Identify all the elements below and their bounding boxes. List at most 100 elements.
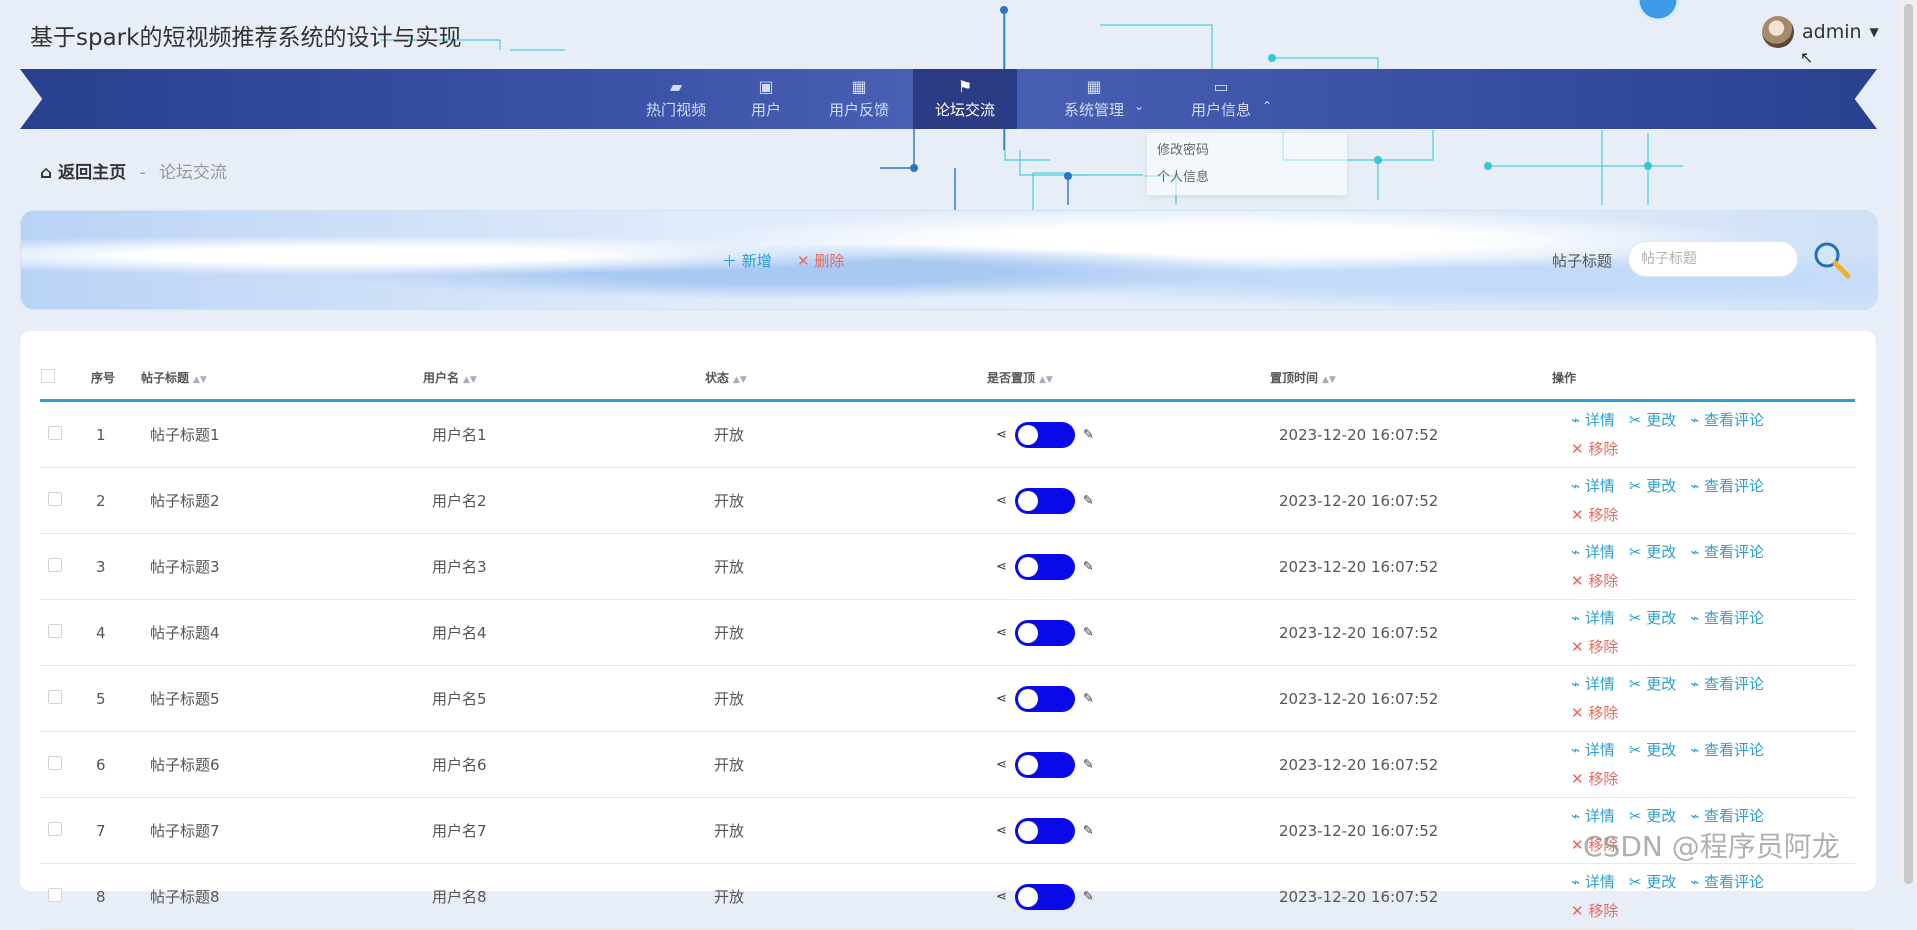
view-comments-button[interactable]: ⌁ 查看评论 bbox=[1690, 873, 1764, 891]
detail-icon: ⌁ bbox=[1571, 872, 1581, 891]
view-comments-button[interactable]: ⌁ 查看评论 bbox=[1690, 543, 1764, 561]
detail-button[interactable]: ⌁ 详情 bbox=[1571, 609, 1615, 627]
cell-pin-time: 2023-12-20 16:07:52 bbox=[1269, 731, 1551, 798]
nav-item-user-info[interactable]: ▭ 用户信息 ⌃ bbox=[1166, 69, 1276, 129]
edit-icon[interactable]: ✎ bbox=[1083, 691, 1094, 706]
pinned-toggle[interactable] bbox=[1014, 685, 1075, 712]
remove-button[interactable]: ✕ 移除 bbox=[1571, 572, 1618, 590]
username[interactable]: admin bbox=[1802, 21, 1862, 43]
detail-button[interactable]: ⌁ 详情 bbox=[1571, 477, 1615, 495]
detail-icon: ⌁ bbox=[1571, 674, 1581, 693]
pinned-toggle[interactable] bbox=[1014, 553, 1075, 580]
detail-button[interactable]: ⌁ 详情 bbox=[1571, 411, 1615, 429]
header-pinned[interactable]: 是否置顶 ▲▼ bbox=[986, 355, 1269, 402]
cell-index: 6 bbox=[90, 731, 140, 798]
row-checkbox[interactable] bbox=[48, 557, 62, 572]
cell-title: 帖子标题2 bbox=[140, 467, 422, 534]
nav-item-users[interactable]: ▣ 用户 bbox=[737, 69, 795, 129]
detail-button[interactable]: ⌁ 详情 bbox=[1571, 675, 1615, 693]
submenu-item-profile[interactable]: 个人信息 bbox=[1147, 160, 1347, 187]
close-icon: ✕ bbox=[1571, 571, 1584, 590]
header-status[interactable]: 状态 ▲▼ bbox=[704, 355, 986, 402]
view-comments-button[interactable]: ⌁ 查看评论 bbox=[1690, 609, 1764, 627]
row-checkbox[interactable] bbox=[48, 821, 62, 836]
detail-button[interactable]: ⌁ 详情 bbox=[1571, 873, 1615, 891]
comment-icon: ⌁ bbox=[1690, 608, 1700, 627]
search-icon[interactable] bbox=[1812, 240, 1852, 280]
header-pin-time[interactable]: 置顶时间 ▲▼ bbox=[1269, 355, 1551, 402]
remove-button[interactable]: ✕ 移除 bbox=[1571, 704, 1618, 722]
nav-item-hot-videos[interactable]: ▰ 热门视频 bbox=[634, 69, 718, 129]
delete-button[interactable]: ✕ 删除 bbox=[797, 250, 844, 271]
view-comments-button[interactable]: ⌁ 查看评论 bbox=[1690, 411, 1764, 429]
close-icon: ✕ bbox=[1571, 703, 1584, 722]
header-title[interactable]: 帖子标题 ▲▼ bbox=[140, 355, 422, 402]
view-comments-button[interactable]: ⌁ 查看评论 bbox=[1690, 675, 1764, 693]
row-checkbox[interactable] bbox=[48, 425, 62, 440]
cell-username: 用户名5 bbox=[422, 665, 704, 732]
edit-icon[interactable]: ✎ bbox=[1083, 559, 1094, 574]
pinned-toggle[interactable] bbox=[1014, 751, 1075, 778]
sort-icon[interactable]: ▲▼ bbox=[193, 375, 207, 385]
user-menu[interactable]: admin ▼ bbox=[1762, 16, 1879, 48]
remove-button[interactable]: ✕ 移除 bbox=[1571, 902, 1618, 920]
edit-icon[interactable]: ✎ bbox=[1083, 493, 1094, 508]
pinned-toggle[interactable] bbox=[1014, 883, 1075, 910]
remove-button[interactable]: ✕ 移除 bbox=[1571, 638, 1618, 656]
sort-icon[interactable]: ▲▼ bbox=[733, 375, 747, 385]
edit-button[interactable]: ✂ 更改 bbox=[1629, 873, 1676, 891]
scrollbar-thumb[interactable] bbox=[1904, 4, 1913, 884]
edit-button[interactable]: ✂ 更改 bbox=[1629, 741, 1676, 759]
remove-button[interactable]: ✕ 移除 bbox=[1571, 440, 1618, 458]
row-checkbox[interactable] bbox=[48, 755, 62, 770]
view-comments-button[interactable]: ⌁ 查看评论 bbox=[1690, 477, 1764, 495]
add-button[interactable]: ＋ 新增 bbox=[722, 250, 772, 271]
edit-button[interactable]: ✂ 更改 bbox=[1629, 411, 1676, 429]
edit-button[interactable]: ✂ 更改 bbox=[1629, 609, 1676, 627]
sort-icon[interactable]: ▲▼ bbox=[463, 375, 477, 385]
edit-icon[interactable]: ✎ bbox=[1083, 823, 1094, 838]
detail-button[interactable]: ⌁ 详情 bbox=[1571, 543, 1615, 561]
row-checkbox[interactable] bbox=[48, 887, 62, 902]
detail-button[interactable]: ⌁ 详情 bbox=[1571, 807, 1615, 825]
nav-item-forum[interactable]: ⚑ 论坛交流 bbox=[913, 69, 1017, 129]
sort-icon[interactable]: ▲▼ bbox=[1322, 375, 1336, 385]
cell-title: 帖子标题3 bbox=[140, 533, 422, 600]
submenu-item-change-password[interactable]: 修改密码 bbox=[1147, 133, 1347, 160]
search-input[interactable] bbox=[1628, 241, 1798, 277]
pinned-toggle[interactable] bbox=[1014, 817, 1075, 844]
edit-icon[interactable]: ✎ bbox=[1083, 625, 1094, 640]
edit-icon[interactable]: ✎ bbox=[1083, 757, 1094, 772]
header-username[interactable]: 用户名 ▲▼ bbox=[422, 355, 704, 402]
table-row: 1 帖子标题1 用户名1 开放 ⋖ ✎ 2023-12-20 16:07:52 ⌁ 详情 ✂ 更… bbox=[40, 400, 1855, 468]
home-link[interactable]: ⌂ 返回主页 bbox=[40, 163, 126, 183]
avatar[interactable] bbox=[1762, 16, 1794, 48]
row-checkbox[interactable] bbox=[48, 623, 62, 638]
share-icon: ⋖ bbox=[996, 427, 1007, 442]
nav-item-system[interactable]: ▦ 系统管理 ⌄ bbox=[1036, 69, 1152, 129]
view-comments-button[interactable]: ⌁ 查看评论 bbox=[1690, 807, 1764, 825]
view-comments-button[interactable]: ⌁ 查看评论 bbox=[1690, 741, 1764, 759]
pinned-toggle[interactable] bbox=[1014, 487, 1075, 514]
nav-item-feedback[interactable]: ▦ 用户反馈 bbox=[815, 69, 903, 129]
pinned-toggle[interactable] bbox=[1014, 619, 1075, 646]
row-select-cell bbox=[40, 533, 90, 600]
cell-title: 帖子标题1 bbox=[140, 400, 422, 468]
pinned-toggle[interactable] bbox=[1014, 421, 1075, 448]
caret-down-icon[interactable]: ▼ bbox=[1870, 25, 1879, 39]
edit-button[interactable]: ✂ 更改 bbox=[1629, 543, 1676, 561]
remove-button[interactable]: ✕ 移除 bbox=[1571, 506, 1618, 524]
detail-button[interactable]: ⌁ 详情 bbox=[1571, 741, 1615, 759]
edit-button[interactable]: ✂ 更改 bbox=[1629, 477, 1676, 495]
edit-button[interactable]: ✂ 更改 bbox=[1629, 807, 1676, 825]
edit-button[interactable]: ✂ 更改 bbox=[1629, 675, 1676, 693]
sort-icon[interactable]: ▲▼ bbox=[1039, 375, 1053, 385]
remove-button[interactable]: ✕ 移除 bbox=[1571, 770, 1618, 788]
share-icon: ⋖ bbox=[996, 823, 1007, 838]
cell-index: 1 bbox=[90, 400, 140, 468]
row-checkbox[interactable] bbox=[48, 491, 62, 506]
row-checkbox[interactable] bbox=[48, 689, 62, 704]
select-all-checkbox[interactable] bbox=[41, 368, 55, 383]
edit-icon[interactable]: ✎ bbox=[1083, 427, 1094, 442]
edit-icon[interactable]: ✎ bbox=[1083, 889, 1094, 904]
